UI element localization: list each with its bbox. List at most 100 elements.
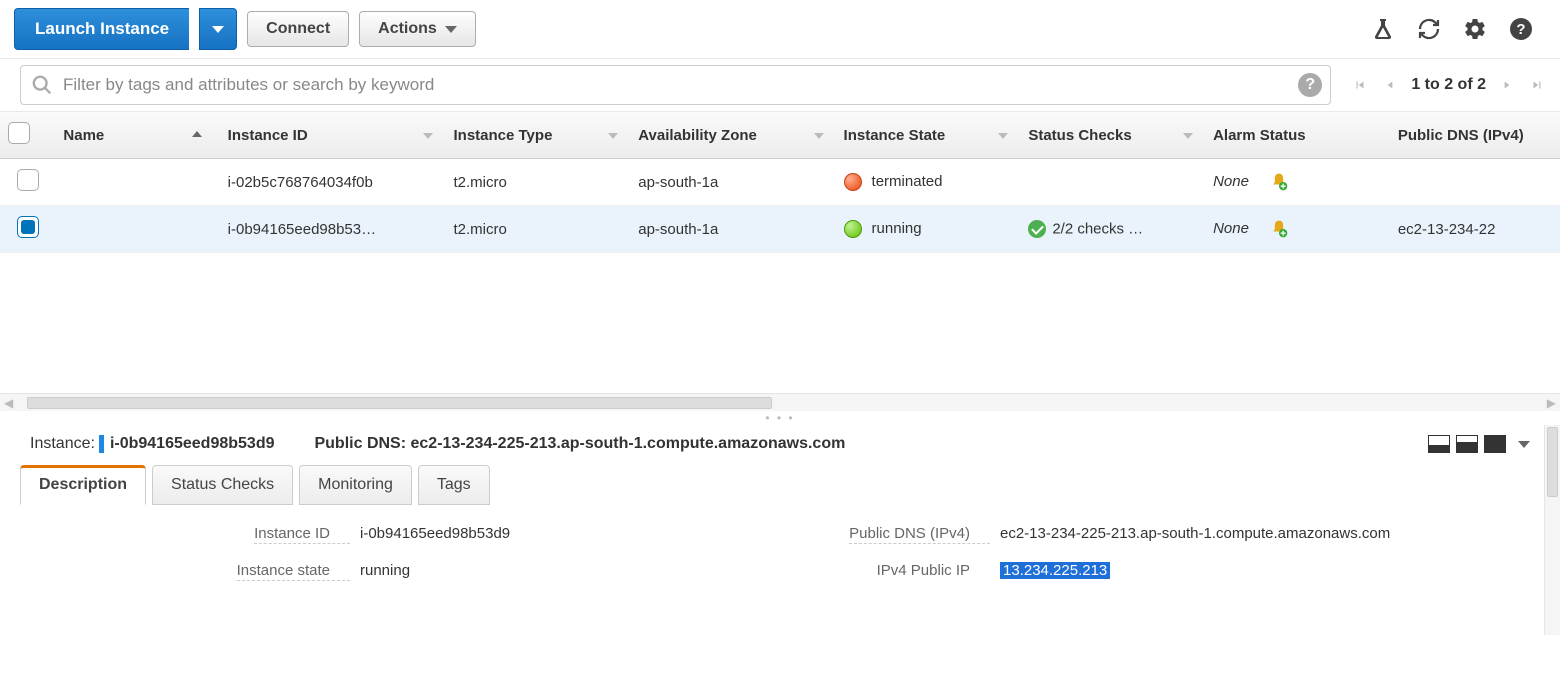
cell-availability-zone: ap-south-1a	[630, 206, 835, 253]
chevron-down-icon	[814, 133, 824, 139]
details-public-dns: Public DNS: ec2-13-234-225-213.ap-south-…	[314, 435, 845, 453]
refresh-icon[interactable]	[1416, 16, 1442, 42]
page-first-button[interactable]	[1351, 76, 1369, 94]
scroll-thumb[interactable]	[27, 397, 772, 409]
cell-name	[55, 159, 219, 206]
scroll-left-icon[interactable]: ◀	[4, 396, 13, 410]
status-dot-icon	[844, 220, 862, 238]
select-all-checkbox[interactable]	[8, 122, 30, 144]
layout-split-icon[interactable]	[1456, 435, 1478, 453]
toolbar-icons: ?	[1370, 16, 1546, 42]
details-panel: Instance: i-0b94165eed98b53d9 Public DNS…	[0, 425, 1560, 635]
cell-public-dns	[1390, 159, 1560, 206]
search-icon	[31, 74, 53, 96]
cell-public-dns: ec2-13-234-22	[1390, 206, 1560, 253]
tab-monitoring[interactable]: Monitoring	[299, 465, 412, 505]
kv-val-instance-id: i-0b94165eed98b53d9	[360, 525, 720, 544]
cell-status-checks	[1020, 159, 1205, 206]
details-instance-id: i-0b94165eed98b53d9	[110, 435, 275, 453]
cursor-marker-icon	[99, 435, 104, 453]
cell-instance-state: terminated	[836, 159, 1021, 206]
kv-key-instance-id: Instance ID	[254, 525, 350, 544]
table-row[interactable]: i-02b5c768764034f0b t2.micro ap-south-1a…	[0, 159, 1560, 206]
tab-tags[interactable]: Tags	[418, 465, 490, 505]
col-availability-zone[interactable]: Availability Zone	[630, 112, 835, 159]
layout-full-icon[interactable]	[1484, 435, 1506, 453]
instances-table: Name Instance ID Instance Type Availabil…	[0, 112, 1560, 253]
col-public-dns[interactable]: Public DNS (IPv4)	[1390, 112, 1560, 159]
kv-key-instance-state: Instance state	[237, 562, 350, 581]
col-instance-state[interactable]: Instance State	[836, 112, 1021, 159]
cell-instance-type: t2.micro	[445, 206, 630, 253]
filter-row: ? 1 to 2 of 2	[0, 58, 1560, 112]
table-header-row: Name Instance ID Instance Type Availabil…	[0, 112, 1560, 159]
cell-alarm-status: None	[1205, 159, 1390, 206]
vertical-scroll-thumb[interactable]	[1547, 427, 1558, 497]
tab-status-checks[interactable]: Status Checks	[152, 465, 293, 505]
cell-availability-zone: ap-south-1a	[630, 159, 835, 206]
row-checkbox[interactable]	[17, 169, 39, 191]
kv-val-ipv4: 13.234.225.213	[1000, 562, 1400, 581]
add-alarm-icon[interactable]	[1269, 172, 1289, 192]
check-ok-icon	[1028, 220, 1046, 238]
help-icon[interactable]: ?	[1508, 16, 1534, 42]
cell-alarm-status: None	[1205, 206, 1390, 253]
vertical-scrollbar[interactable]	[1544, 425, 1560, 635]
chevron-down-icon	[212, 26, 224, 33]
col-status-checks[interactable]: Status Checks	[1020, 112, 1205, 159]
cell-instance-type: t2.micro	[445, 159, 630, 206]
actions-button[interactable]: Actions	[359, 11, 476, 47]
cell-instance-state: running	[836, 206, 1021, 253]
page-next-button[interactable]	[1498, 76, 1516, 94]
pagination-text: 1 to 2 of 2	[1411, 76, 1486, 94]
scroll-right-icon[interactable]: ▶	[1547, 396, 1556, 410]
add-alarm-icon[interactable]	[1269, 219, 1289, 239]
table-row[interactable]: i-0b94165eed98b53… t2.micro ap-south-1a …	[0, 206, 1560, 253]
instances-table-scroll: Name Instance ID Instance Type Availabil…	[0, 112, 1560, 253]
chevron-down-icon	[1183, 133, 1193, 139]
chevron-down-icon[interactable]	[1518, 441, 1530, 448]
tab-description[interactable]: Description	[20, 465, 146, 505]
chevron-down-icon	[423, 133, 433, 139]
chevron-down-icon	[608, 133, 618, 139]
kv-key-public-dns: Public DNS (IPv4)	[849, 525, 990, 544]
search-help-icon[interactable]: ?	[1298, 73, 1322, 97]
connect-button[interactable]: Connect	[247, 11, 349, 47]
details-body: Instance ID i-0b94165eed98b53d9 Public D…	[0, 505, 1560, 635]
layout-bottom-icon[interactable]	[1428, 435, 1450, 453]
col-alarm-status[interactable]: Alarm Status	[1205, 112, 1390, 159]
details-header: Instance: i-0b94165eed98b53d9 Public DNS…	[0, 425, 1560, 459]
split-handle[interactable]: • • •	[0, 411, 1560, 425]
kv-key-ipv4: IPv4 Public IP	[877, 562, 990, 581]
launch-instance-dropdown-button[interactable]	[199, 8, 237, 50]
page-last-button[interactable]	[1528, 76, 1546, 94]
details-tabs: Description Status Checks Monitoring Tag…	[0, 459, 1560, 505]
gear-icon[interactable]	[1462, 16, 1488, 42]
cell-instance-id: i-0b94165eed98b53…	[220, 206, 446, 253]
sort-asc-icon	[192, 131, 202, 137]
cell-name	[55, 206, 219, 253]
launch-instance-group: Launch Instance	[14, 8, 237, 50]
row-checkbox[interactable]	[17, 216, 39, 238]
experiments-icon[interactable]	[1370, 16, 1396, 42]
pagination: 1 to 2 of 2	[1331, 76, 1546, 94]
details-kv-grid: Instance ID i-0b94165eed98b53d9 Public D…	[30, 525, 1530, 581]
details-instance-label: Instance:	[30, 435, 95, 453]
svg-text:?: ?	[1516, 21, 1525, 38]
table-empty-space	[0, 253, 1560, 393]
status-dot-icon	[844, 173, 862, 191]
chevron-down-icon	[445, 26, 457, 33]
page-prev-button[interactable]	[1381, 76, 1399, 94]
col-instance-type[interactable]: Instance Type	[445, 112, 630, 159]
layout-icons	[1428, 435, 1530, 453]
launch-instance-button[interactable]: Launch Instance	[14, 8, 189, 50]
search-input[interactable]	[53, 75, 1298, 95]
actions-label: Actions	[378, 20, 437, 38]
chevron-down-icon	[998, 133, 1008, 139]
search-box[interactable]: ?	[20, 65, 1331, 105]
kv-val-public-dns: ec2-13-234-225-213.ap-south-1.compute.am…	[1000, 525, 1400, 544]
col-instance-id[interactable]: Instance ID	[220, 112, 446, 159]
horizontal-scrollbar[interactable]: ◀ ▶	[0, 393, 1560, 411]
col-name[interactable]: Name	[55, 112, 219, 159]
selected-ip-text: 13.234.225.213	[1000, 562, 1110, 579]
